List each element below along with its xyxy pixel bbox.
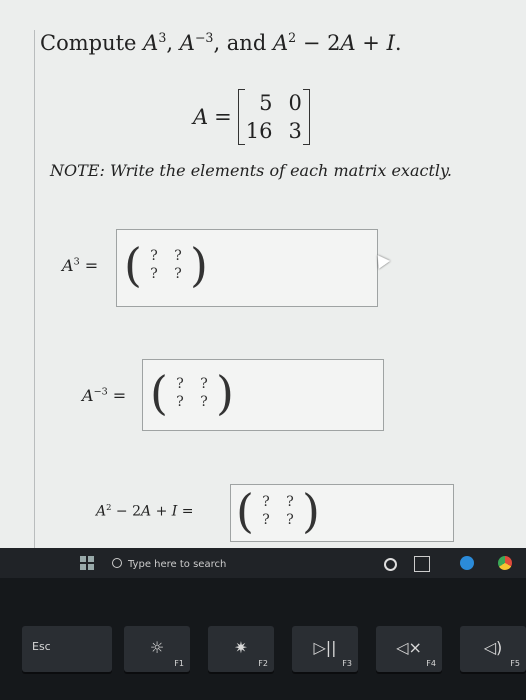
- a-cubed-label: A3 =: [62, 256, 99, 275]
- answer-cell[interactable]: ?: [278, 494, 302, 510]
- answer-cell[interactable]: ?: [168, 376, 192, 392]
- f1-key[interactable]: ☼ F1: [124, 626, 190, 672]
- polynomial-label: A2 − 2A + I =: [96, 502, 194, 520]
- answer-cell[interactable]: ?: [254, 494, 278, 510]
- note-text: NOTE: Write the elements of each matrix …: [50, 161, 452, 180]
- a-inverse-cubed-matrix[interactable]: ( ? ? ? ? ): [150, 370, 234, 416]
- matrix-definition: A = 5 0 16 3: [193, 87, 311, 147]
- f5-key[interactable]: ◁) F5: [460, 626, 526, 672]
- polynomial-matrix[interactable]: ( ? ? ? ? ): [236, 488, 320, 534]
- matrix-entry: 5: [259, 91, 273, 115]
- answer-cell[interactable]: ?: [166, 248, 190, 264]
- answer-cell[interactable]: ?: [166, 266, 190, 282]
- a-cubed-matrix[interactable]: ( ? ? ? ? ): [124, 242, 208, 288]
- brightness-down-icon: ☼: [149, 638, 165, 657]
- keyboard: Esc ☼ F1 ✷ F2 ▷|| F3 ◁× F4 ◁) F5: [0, 578, 526, 700]
- a-inverse-cubed-label: A−3 =: [82, 386, 127, 405]
- search-placeholder: Type here to search: [128, 559, 227, 570]
- answer-cell[interactable]: ?: [278, 512, 302, 528]
- mute-icon: ◁×: [396, 638, 422, 657]
- answer-cell[interactable]: ?: [142, 248, 166, 264]
- search-icon: [112, 558, 122, 568]
- play-pause-icon: ▷||: [313, 638, 337, 657]
- task-view-icon[interactable]: [414, 556, 430, 572]
- answer-cell[interactable]: ?: [142, 266, 166, 282]
- taskbar-search[interactable]: Type here to search: [112, 558, 226, 570]
- volume-icon: ◁): [483, 638, 503, 657]
- divider-line: [34, 30, 35, 555]
- f3-key[interactable]: ▷|| F3: [292, 626, 358, 672]
- edge-icon[interactable]: [460, 556, 474, 570]
- taskbar: Type here to search: [0, 548, 526, 578]
- answer-cell[interactable]: ?: [192, 376, 216, 392]
- chrome-icon[interactable]: [498, 556, 512, 570]
- matrix-bracket: 5 0 16 3: [237, 89, 311, 145]
- f4-key[interactable]: ◁× F4: [376, 626, 442, 672]
- answer-cell[interactable]: ?: [192, 394, 216, 410]
- answer-cell[interactable]: ?: [254, 512, 278, 528]
- windows-start-icon[interactable]: [80, 556, 94, 570]
- matrix-entry: 16: [245, 119, 273, 143]
- f2-key[interactable]: ✷ F2: [208, 626, 274, 672]
- homework-page: Compute A3, A−3, and A2 − 2A + I. A = 5 …: [0, 0, 526, 555]
- screen: Compute A3, A−3, and A2 − 2A + I. A = 5 …: [0, 0, 526, 700]
- matrix-entry: 3: [288, 119, 302, 143]
- question-text: Compute A3, A−3, and A2 − 2A + I.: [40, 30, 402, 55]
- cortana-icon[interactable]: [384, 558, 397, 571]
- answer-cell[interactable]: ?: [168, 394, 192, 410]
- matrix-entry: 0: [288, 91, 302, 115]
- esc-key[interactable]: Esc: [22, 626, 112, 672]
- brightness-up-icon: ✷: [234, 638, 248, 657]
